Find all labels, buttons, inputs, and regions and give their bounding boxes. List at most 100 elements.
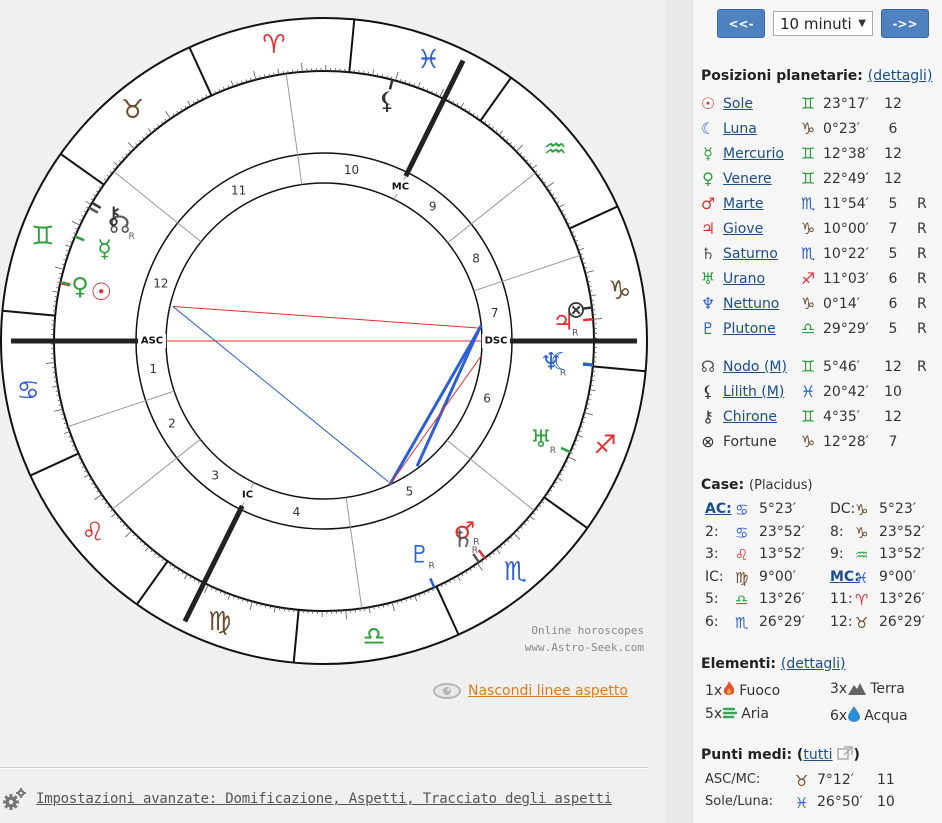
planet-name-link[interactable]: Mercurio bbox=[723, 146, 784, 162]
zodiac-sign-icon: ♒ bbox=[855, 546, 869, 564]
zodiac-sign-icon: ♑ bbox=[800, 219, 816, 238]
planet-position-tick bbox=[582, 363, 594, 367]
zodiac-sign-icon: ♑ bbox=[800, 432, 816, 451]
retrograde-mark: R bbox=[572, 329, 578, 339]
planet-degree: 10°22′ bbox=[823, 245, 869, 262]
time-navigation: <<- 10 minuti ▼ ->> bbox=[717, 9, 929, 38]
midpoint-house: 11 bbox=[877, 772, 895, 788]
zodiac-sign-icon: ♓ bbox=[855, 568, 869, 587]
planet-name-link[interactable]: Urano bbox=[723, 271, 765, 287]
planet-icon: ☿ bbox=[703, 144, 713, 163]
planet-house: 6 bbox=[888, 120, 898, 137]
house-number: 7 bbox=[491, 306, 499, 320]
house-label: 2: bbox=[705, 523, 719, 540]
midpoints-title: Punti medi: bbox=[701, 747, 793, 763]
planet-house: 12 bbox=[884, 358, 902, 375]
planet-house: 7 bbox=[888, 433, 898, 450]
planet-name-link[interactable]: Fortune bbox=[723, 434, 777, 450]
elements-details-link[interactable]: (dettagli) bbox=[781, 656, 846, 672]
zodiac-sign-icon: ♋ bbox=[735, 501, 749, 519]
step-select[interactable]: 10 minuti ▼ bbox=[773, 11, 873, 36]
external-link-icon bbox=[837, 746, 854, 760]
planet-name-link[interactable]: Sole bbox=[723, 96, 753, 112]
planet-house: 12 bbox=[884, 145, 902, 162]
degree-tick bbox=[373, 606, 375, 610]
planet-house: 6 bbox=[888, 295, 898, 312]
aquarius-sign-glyph: ♒ bbox=[543, 135, 566, 165]
retrograde-mark: R bbox=[560, 369, 566, 379]
element-label: Acqua bbox=[864, 708, 908, 724]
planet-name-link[interactable]: Saturno bbox=[723, 246, 778, 262]
zodiac-sign-icon: ♐ bbox=[800, 269, 816, 288]
hide-aspect-lines-link[interactable]: Nascondi linee aspetto bbox=[468, 683, 628, 699]
zodiac-sign-icon: ♑ bbox=[800, 119, 816, 138]
house-number: 9 bbox=[429, 199, 437, 213]
planet-row: ☉ Sole ♊ 23°17′ 12 bbox=[699, 91, 902, 116]
zodiac-sign-icon: ♑ bbox=[855, 501, 869, 519]
planet-house: 12 bbox=[884, 408, 902, 425]
house-degree: 26°29′ bbox=[759, 613, 805, 630]
planet-name-link[interactable]: Venere bbox=[723, 171, 772, 187]
leo-sign-glyph: ♌ bbox=[81, 517, 104, 547]
midpoints-all-link[interactable]: tutti bbox=[803, 747, 832, 763]
hide-aspect-lines[interactable]: Nascondi linee aspetto bbox=[432, 682, 628, 700]
planet-name-link[interactable]: Chirone bbox=[723, 409, 777, 425]
planet-icon: ☊ bbox=[700, 357, 716, 376]
planet-degree: 5°46′ bbox=[823, 358, 860, 375]
dsc-label: DSC bbox=[485, 336, 508, 347]
planet-name-link[interactable]: Giove bbox=[723, 221, 763, 237]
watermark-line-1: Online horoscopes bbox=[531, 624, 644, 637]
planet-house: 5 bbox=[888, 245, 898, 262]
house-system: (Placidus) bbox=[749, 478, 813, 493]
planet-name-link[interactable]: Lilith (M) bbox=[723, 384, 784, 400]
scorpio-sign-glyph: ♏ bbox=[504, 557, 527, 587]
ic-label: IC bbox=[242, 490, 253, 501]
planet-degree: 11°54′ bbox=[823, 195, 869, 212]
cancer-sign-glyph: ♋ bbox=[17, 376, 40, 406]
house-number: 6 bbox=[483, 392, 491, 406]
midpoint-label: Sole/Luna: bbox=[705, 794, 774, 809]
house-degree: 23°52′ bbox=[759, 523, 805, 540]
planet-name-link[interactable]: Plutone bbox=[723, 321, 776, 337]
house-label: 8: bbox=[830, 523, 844, 540]
planet-name-link[interactable]: Luna bbox=[723, 121, 757, 137]
house-degree: 13°52′ bbox=[879, 546, 925, 562]
chart-area: ♈ ♉ ♊ ♋ ♌ ♍ ♎ ♏ ♐ ♑ ♒ ♓ 1 2 3 4 5 6 7 8 9 10 11 12 ASC DSC MC IC ☉ ☾ ☿… bbox=[0, 0, 665, 823]
house-number: 11 bbox=[231, 184, 246, 198]
pisces-sign-glyph: ♓ bbox=[417, 45, 440, 75]
next-button[interactable]: ->> bbox=[881, 9, 929, 38]
zodiac-sign-icon: ♊ bbox=[800, 94, 816, 113]
elements-title: Elementi: bbox=[701, 656, 776, 672]
watermark: Online horoscopes www.Astro-Seek.com bbox=[504, 622, 644, 656]
gemini-sign-glyph: ♊ bbox=[31, 222, 54, 252]
planet-degree: 29°29′ bbox=[823, 320, 869, 337]
retrograde-mark: R bbox=[917, 358, 927, 375]
planet-icon: ☾ bbox=[700, 119, 716, 138]
planet-name-link[interactable]: Nettuno bbox=[723, 296, 779, 312]
planets-details-link[interactable]: (dettagli) bbox=[868, 68, 933, 84]
planet-name-link[interactable]: Marte bbox=[723, 196, 764, 212]
planet-icon: ☉ bbox=[700, 94, 716, 113]
zodiac-sign-icon: ♏ bbox=[800, 194, 816, 213]
advanced-settings[interactable]: Impostazioni avanzate: Domificazione, As… bbox=[2, 787, 612, 811]
planet-name-link[interactable]: Nodo (M) bbox=[723, 359, 787, 375]
prev-button[interactable]: <<- bbox=[717, 9, 765, 38]
house-number: 3 bbox=[211, 469, 219, 483]
virgo-sign-glyph: ♍ bbox=[208, 607, 231, 637]
mc-label: MC bbox=[392, 181, 409, 192]
zodiac-sign-icon: ♓ bbox=[795, 794, 809, 812]
planet-house: 12 bbox=[884, 95, 902, 112]
retrograde-mark: R bbox=[917, 245, 927, 262]
planet-house: 12 bbox=[884, 170, 902, 187]
planet-icon: ⚷ bbox=[702, 407, 714, 426]
wind-icon bbox=[723, 706, 738, 724]
natal-chart-wheel: ♈♉♊♋♌♍ ♎♏♐♑♒♓123456789101112ASC DSCMCIC☉☾☿… bbox=[0, 17, 648, 665]
house-degree: 13°52′ bbox=[759, 546, 805, 562]
element-count: 6x bbox=[830, 708, 848, 724]
element-count: 3x bbox=[830, 681, 848, 697]
advanced-settings-link[interactable]: Impostazioni avanzate: Domificazione, As… bbox=[36, 791, 612, 807]
zodiac-sign-icon: ♉ bbox=[855, 613, 869, 632]
house-label[interactable]: AC: bbox=[705, 501, 732, 517]
retrograde-mark: R bbox=[550, 446, 556, 456]
taurus-sign-glyph: ♉ bbox=[121, 95, 144, 125]
